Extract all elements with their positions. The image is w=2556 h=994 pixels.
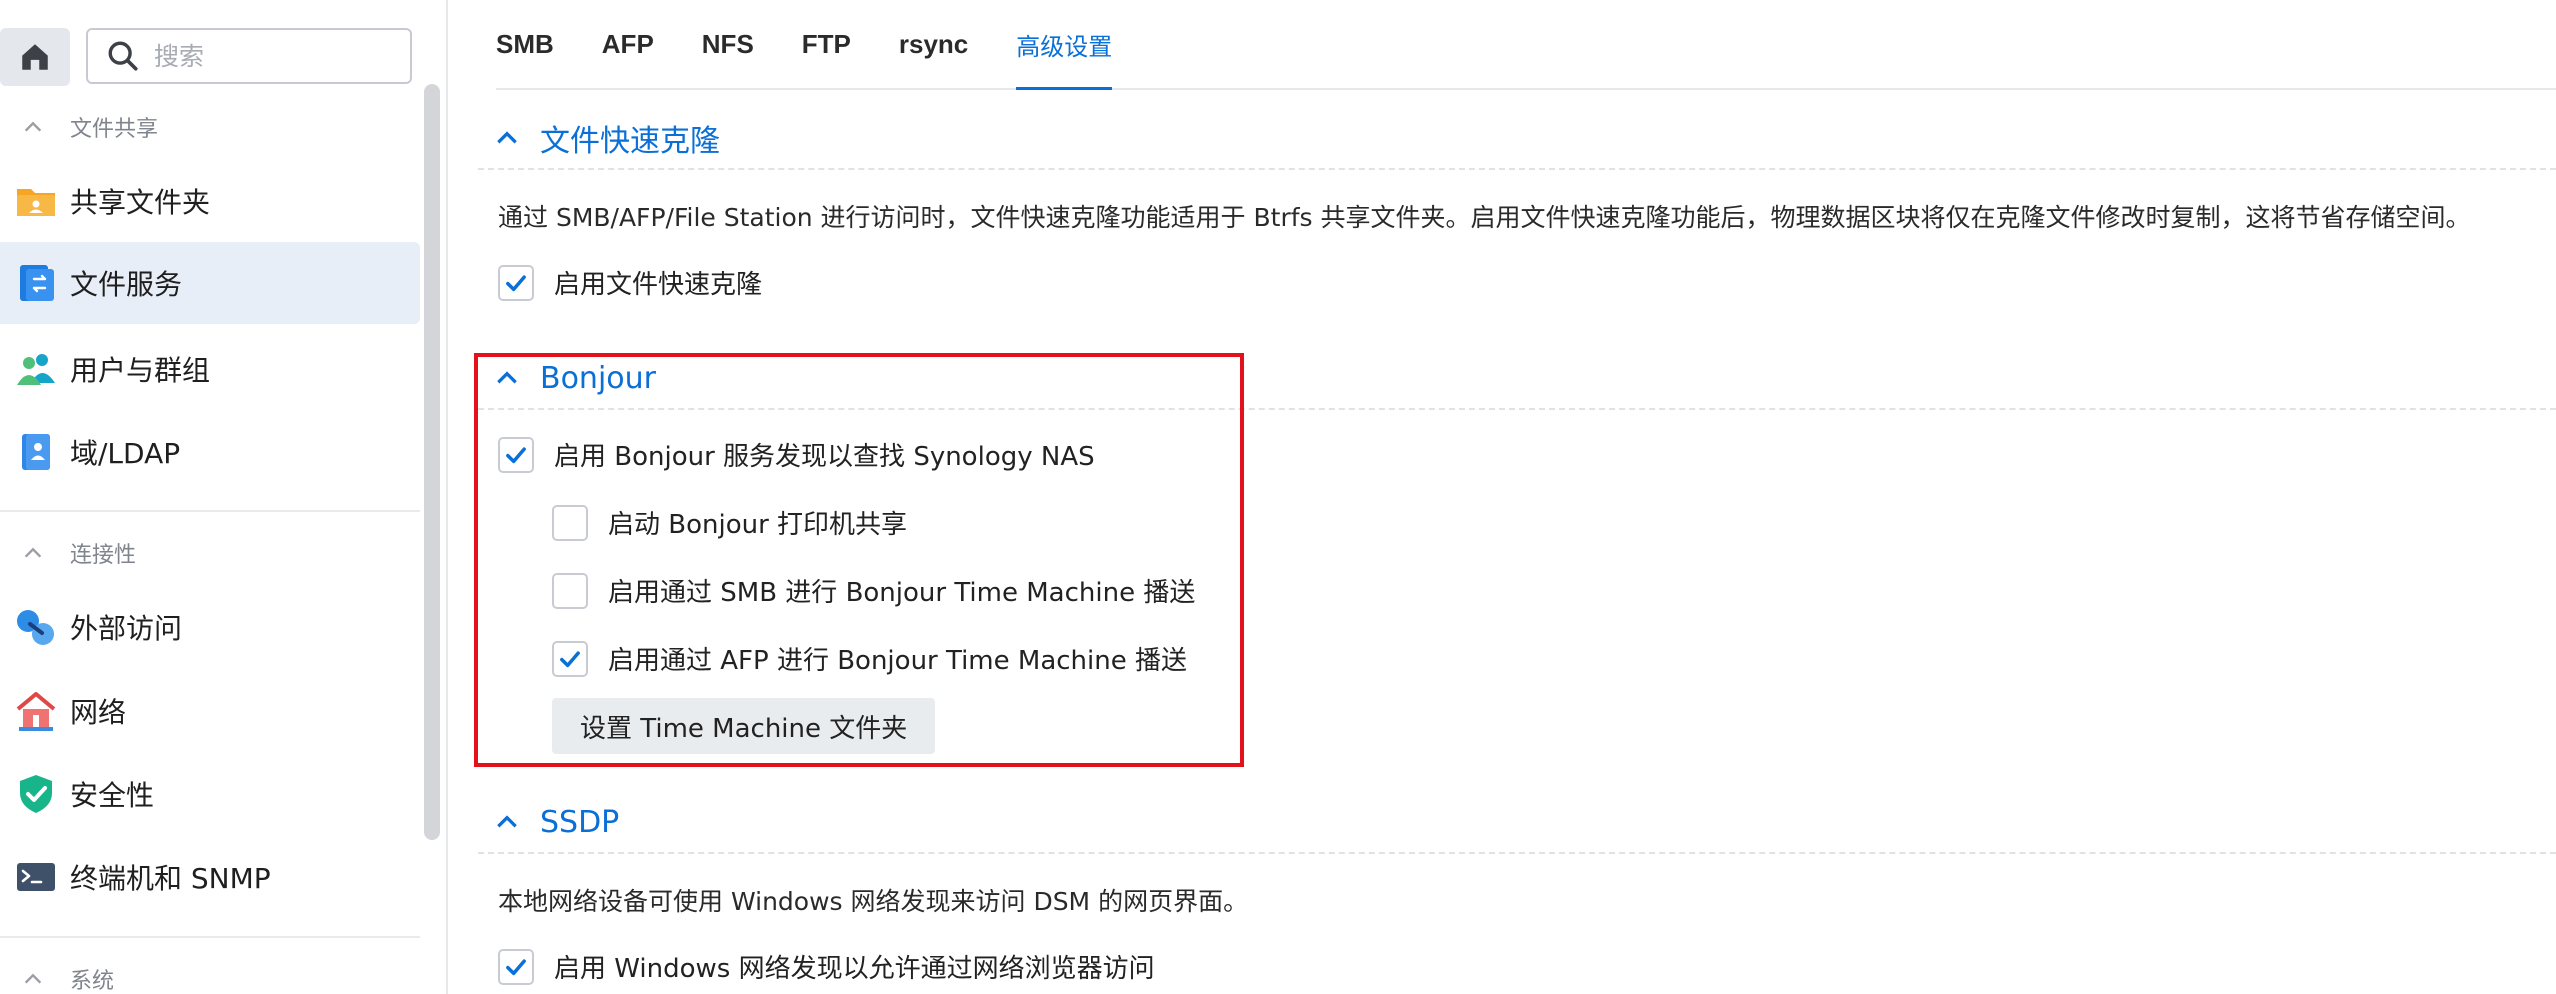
chevron-up-icon [24, 121, 42, 132]
section-header-connectivity[interactable]: 连接性 [0, 529, 420, 577]
bonjour-smb-timemachine-checkbox-row[interactable]: 启用通过 SMB 进行 Bonjour Time Machine 播送 [552, 572, 1195, 609]
sidebar-item-shared-folder[interactable]: 共享文件夹 [0, 160, 420, 242]
fast-clone-checkbox-row[interactable]: 启用文件快速克隆 [498, 264, 762, 301]
checkmark-icon [506, 446, 526, 463]
sidebar-item-terminal-snmp[interactable]: 终端机和 SNMP [0, 836, 420, 918]
network-icon [16, 692, 56, 731]
checkbox[interactable] [498, 264, 534, 301]
security-shield-icon [20, 775, 52, 813]
set-time-machine-folder-button[interactable]: 设置 Time Machine 文件夹 [552, 698, 936, 754]
group-title: 文件快速克隆 [540, 124, 720, 159]
section-title: 连接性 [70, 543, 137, 568]
checkmark-icon [560, 650, 580, 667]
sidebar-item-label: 终端机和 SNMP [70, 862, 271, 895]
terminal-snmp-icon [17, 863, 55, 891]
tab-bar: SMB AFP NFS FTP rsync 高级设置 [496, 0, 2556, 90]
shared-folder-icon [17, 189, 55, 216]
users-groups-icon [17, 354, 55, 385]
search-box[interactable] [86, 28, 412, 84]
section-header-system[interactable]: 系统 [0, 955, 420, 994]
sidebar-divider [0, 510, 420, 512]
checkbox[interactable] [552, 640, 588, 677]
ssdp-checkbox-row[interactable]: 启用 Windows 网络发现以允许通过网络浏览器访问 [498, 948, 1155, 985]
tab-afp[interactable]: AFP [602, 0, 654, 88]
domain-ldap-icon [22, 434, 50, 470]
checkmark-icon [506, 958, 526, 975]
checkbox[interactable] [498, 948, 534, 985]
group-title: SSDP [540, 804, 620, 840]
checkbox-label: 启用通过 AFP 进行 Bonjour Time Machine 播送 [608, 646, 1187, 676]
sidebar-item-external-access[interactable]: 外部访问 [0, 586, 420, 668]
bonjour-afp-timemachine-checkbox-row[interactable]: 启用通过 AFP 进行 Bonjour Time Machine 播送 [552, 640, 1187, 677]
search-input[interactable] [152, 40, 396, 72]
checkbox-label: 启动 Bonjour 打印机共享 [608, 510, 908, 540]
tab-rsync[interactable]: rsync [899, 0, 968, 88]
checkbox-label: 启用文件快速克隆 [554, 270, 763, 300]
checkbox-label: 启用 Windows 网络发现以允许通过网络浏览器访问 [554, 954, 1155, 984]
tab-nfs[interactable]: NFS [702, 0, 754, 88]
main-content: SMB AFP NFS FTP rsync 高级设置 文件快速克隆 通过 SMB… [448, 0, 2556, 994]
bonjour-printer-checkbox-row[interactable]: 启动 Bonjour 打印机共享 [552, 504, 907, 541]
chevron-up-icon [497, 131, 517, 144]
sidebar-divider [0, 936, 420, 938]
checkbox[interactable] [552, 572, 588, 609]
home-button[interactable] [0, 28, 70, 86]
fast-clone-description: 通过 SMB/AFP/File Station 进行访问时，文件快速克隆功能适用… [498, 203, 2471, 232]
checkbox[interactable] [552, 504, 588, 541]
chevron-up-icon [497, 371, 517, 384]
sidebar-item-label: 安全性 [70, 779, 155, 812]
tab-smb[interactable]: SMB [496, 0, 554, 88]
external-access-icon [17, 610, 54, 645]
checkbox[interactable] [498, 436, 534, 473]
group-header-bonjour[interactable]: Bonjour [478, 348, 2556, 410]
file-services-icon [20, 265, 54, 301]
group-header-ssdp[interactable]: SSDP [478, 792, 2556, 854]
group-header-fast-clone[interactable]: 文件快速克隆 [478, 108, 2556, 170]
chevron-up-icon [24, 973, 42, 984]
section-header-file-sharing[interactable]: 文件共享 [0, 103, 420, 151]
sidebar-item-security[interactable]: 安全性 [0, 753, 420, 835]
sidebar-item-label: 域/LDAP [70, 437, 181, 470]
tab-ftp[interactable]: FTP [802, 0, 851, 88]
sidebar: 文件共享 共享文件夹 文件服务 用户与群组 [0, 0, 448, 994]
sidebar-item-domain-ldap[interactable]: 域/LDAP [0, 411, 420, 493]
section-title: 系统 [70, 969, 115, 994]
sidebar-scrollbar[interactable] [424, 84, 440, 840]
sidebar-item-label: 网络 [70, 696, 127, 729]
sidebar-item-file-services[interactable]: 文件服务 [0, 242, 420, 324]
checkbox-label: 启用 Bonjour 服务发现以查找 Synology NAS [554, 442, 1095, 472]
chevron-up-icon [497, 815, 517, 828]
checkbox-label: 启用通过 SMB 进行 Bonjour Time Machine 播送 [608, 578, 1196, 608]
sidebar-item-label: 文件服务 [70, 268, 183, 301]
sidebar-item-users-groups[interactable]: 用户与群组 [0, 328, 420, 410]
tab-advanced-settings[interactable]: 高级设置 [1016, 0, 1113, 90]
sidebar-item-label: 共享文件夹 [70, 186, 211, 219]
group-title: Bonjour [540, 360, 656, 396]
chevron-up-icon [24, 547, 42, 558]
sidebar-item-network[interactable]: 网络 [0, 670, 420, 752]
section-title: 文件共享 [70, 117, 159, 142]
ssdp-description: 本地网络设备可使用 Windows 网络发现来访问 DSM 的网页界面。 [498, 887, 1249, 916]
search-icon [108, 41, 138, 71]
sidebar-item-label: 用户与群组 [70, 354, 211, 387]
bonjour-enable-checkbox-row[interactable]: 启用 Bonjour 服务发现以查找 Synology NAS [498, 436, 1095, 473]
home-icon [22, 44, 48, 70]
checkmark-icon [506, 274, 526, 291]
sidebar-item-label: 外部访问 [70, 612, 183, 645]
